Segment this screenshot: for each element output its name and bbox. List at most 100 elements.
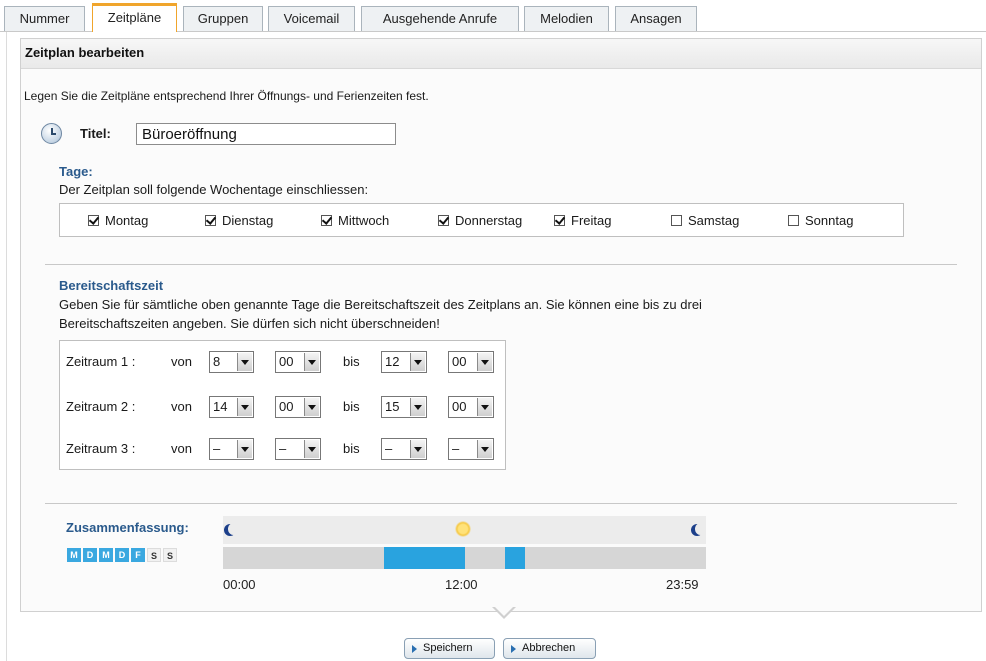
dropdown-arrow-icon[interactable] [410, 398, 425, 416]
checkbox-mittwoch[interactable] [321, 215, 332, 226]
tab-bar: Nummer Zeitpläne Gruppen Voicemail Ausge… [0, 0, 986, 32]
select-value: 00 [452, 354, 467, 369]
select-value: – [213, 441, 221, 456]
tab-gruppen[interactable]: Gruppen [183, 6, 263, 31]
arrow-right-icon [412, 645, 417, 653]
period-label: Zeitraum 1 : [66, 354, 136, 369]
day-samstag[interactable]: Samstag [671, 213, 739, 228]
dropdown-arrow-icon[interactable] [410, 440, 425, 458]
dropdown-arrow-icon[interactable] [304, 353, 319, 371]
days-description: Der Zeitplan soll folgende Wochentage ei… [59, 182, 369, 197]
save-button[interactable]: Speichern [404, 638, 495, 659]
section-divider [45, 503, 957, 504]
select-value: 14 [213, 399, 228, 414]
select-value: 8 [213, 354, 221, 369]
day-mittwoch[interactable]: Mittwoch [321, 213, 389, 228]
panel-header: Zeitplan bearbeiten [21, 39, 981, 69]
select-value: 00 [452, 399, 467, 414]
checkbox-montag[interactable] [88, 215, 99, 226]
availability-timeline [223, 547, 706, 569]
dropdown-arrow-icon[interactable] [237, 440, 252, 458]
left-divider [6, 32, 7, 661]
select-value: – [385, 441, 393, 456]
panel-title: Zeitplan bearbeiten [25, 45, 145, 60]
summary-heading: Zusammenfassung: [66, 520, 189, 535]
to-minute-select[interactable]: – [448, 438, 494, 460]
days-heading: Tage: [59, 164, 93, 179]
availability-description-2: Bereitschaftszeiten angeben. Sie dürfen … [59, 316, 440, 331]
tab-ansagen[interactable]: Ansagen [615, 6, 697, 31]
to-hour-select[interactable]: 12 [381, 351, 427, 373]
day-label: Samstag [688, 213, 740, 228]
day-dienstag[interactable]: Dienstag [205, 213, 273, 228]
from-hour-select[interactable]: – [209, 438, 254, 460]
cancel-button-label: Abbrechen [522, 642, 576, 654]
day-label: Freitag [571, 213, 612, 228]
checkbox-freitag[interactable] [554, 215, 565, 226]
tab-ausgehende-anrufe[interactable]: Ausgehende Anrufe [361, 6, 519, 31]
from-label: von [171, 441, 192, 456]
tab-melodien[interactable]: Melodien [524, 6, 609, 31]
dropdown-arrow-icon[interactable] [410, 353, 425, 371]
day-freitag[interactable]: Freitag [554, 213, 611, 228]
to-hour-select[interactable]: 15 [381, 396, 427, 418]
summary-day: S [163, 548, 177, 562]
summary-day: M [67, 548, 81, 562]
to-minute-select[interactable]: 00 [448, 396, 494, 418]
checkbox-donnerstag[interactable] [438, 215, 449, 226]
timeline-active-range [384, 547, 465, 569]
dropdown-arrow-icon[interactable] [477, 353, 492, 371]
summary-day: S [147, 548, 161, 562]
dropdown-arrow-icon[interactable] [237, 398, 252, 416]
dropdown-arrow-icon[interactable] [237, 353, 252, 371]
save-button-label: Speichern [423, 642, 473, 654]
to-label: bis [343, 441, 360, 456]
from-hour-select[interactable]: 14 [209, 396, 254, 418]
select-value: – [279, 441, 287, 456]
from-minute-select[interactable]: 00 [275, 396, 321, 418]
dropdown-arrow-icon[interactable] [304, 398, 319, 416]
from-minute-select[interactable]: 00 [275, 351, 321, 373]
from-minute-select[interactable]: – [275, 438, 321, 460]
select-value: 12 [385, 354, 400, 369]
from-label: von [171, 354, 192, 369]
tab-nummer[interactable]: Nummer [4, 6, 85, 31]
cancel-button[interactable]: Abbrechen [503, 638, 596, 659]
to-minute-select[interactable]: 00 [448, 351, 494, 373]
timeline-start-label: 00:00 [223, 577, 256, 592]
day-montag[interactable]: Montag [88, 213, 148, 228]
section-divider [45, 264, 957, 265]
summary-day: D [83, 548, 97, 562]
checkbox-dienstag[interactable] [205, 215, 216, 226]
timeline-active-range [504, 547, 525, 569]
dropdown-arrow-icon[interactable] [477, 440, 492, 458]
title-input[interactable] [136, 123, 396, 145]
from-hour-select[interactable]: 8 [209, 351, 254, 373]
summary-day: F [131, 548, 145, 562]
tab-voicemail[interactable]: Voicemail [268, 6, 355, 31]
timeline-mid-label: 12:00 [445, 577, 478, 592]
moon-icon [691, 523, 706, 536]
to-label: bis [343, 354, 360, 369]
dropdown-arrow-icon[interactable] [304, 440, 319, 458]
summary-day: M [99, 548, 113, 562]
period-label: Zeitraum 2 : [66, 399, 136, 414]
moon-icon [224, 523, 239, 536]
day-sonntag[interactable]: Sonntag [788, 213, 853, 228]
checkbox-samstag[interactable] [671, 215, 682, 226]
to-hour-select[interactable]: – [381, 438, 427, 460]
timeline-end-label: 23:59 [666, 577, 699, 592]
sun-icon [455, 521, 471, 537]
select-value: 00 [279, 354, 294, 369]
dropdown-arrow-icon[interactable] [477, 398, 492, 416]
day-label: Donnerstag [455, 213, 523, 228]
checkbox-sonntag[interactable] [788, 215, 799, 226]
weekday-checkbox-group: Montag Dienstag Mittwoch Donnerstag Frei… [59, 203, 904, 237]
to-label: bis [343, 399, 360, 414]
availability-description-1: Geben Sie für sämtliche oben genannte Ta… [59, 297, 702, 312]
day-donnerstag[interactable]: Donnerstag [438, 213, 522, 228]
day-label: Dienstag [222, 213, 274, 228]
tab-zeitplaene[interactable]: Zeitpläne [92, 3, 177, 32]
period-label: Zeitraum 3 : [66, 441, 136, 456]
day-label: Mittwoch [338, 213, 390, 228]
